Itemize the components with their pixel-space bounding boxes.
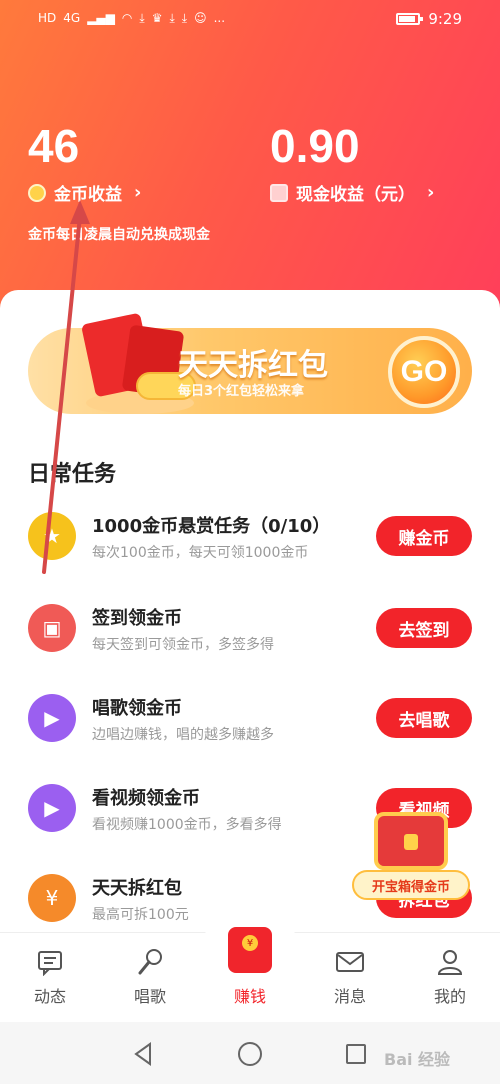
- task-description: 边唱边赚钱，唱的越多赚越多: [92, 727, 274, 743]
- task-title: 1000金币悬赏任务（0/10）: [92, 516, 331, 537]
- status-icons: HD 4G ▂▄▆ ◠ ⤓ ♛ ⤓ ⤓ ☺ ...: [38, 10, 225, 26]
- system-navigation-bar: Bai 经验: [0, 1022, 500, 1084]
- earnings-header: HD 4G ▂▄▆ ◠ ⤓ ♛ ⤓ ⤓ ☺ ... 9:29 46 金币收益 ›…: [0, 0, 500, 320]
- coin-earnings-value: 46: [28, 120, 80, 172]
- treasure-chest-button[interactable]: 开宝箱得金币: [352, 808, 470, 908]
- check-in-button[interactable]: 去签到: [376, 608, 472, 648]
- go-sing-button[interactable]: 去唱歌: [376, 698, 472, 738]
- network-icon: 4G: [63, 11, 81, 25]
- tab-messages[interactable]: 消息: [310, 947, 390, 1007]
- cash-earnings-link[interactable]: 现金收益（元） ›: [270, 180, 434, 205]
- banner-subtitle: 每日3个红包轻松来拿: [178, 384, 305, 399]
- tab-label: 动态: [33, 987, 66, 1006]
- chevron-right-icon: ›: [134, 182, 142, 203]
- task-title: 唱歌领金币: [92, 698, 182, 719]
- signal-icon: ▂▄▆: [87, 11, 115, 25]
- download-icon: ⤓: [139, 11, 145, 25]
- earn-coins-button[interactable]: 赚金币: [376, 516, 472, 556]
- task-title: 签到领金币: [92, 608, 182, 629]
- wifi-icon: ◠: [121, 11, 133, 25]
- battery-icon: [396, 13, 424, 25]
- task-row: ★ 1000金币悬赏任务（0/10） 每次100金币，每天可领1000金币 赚金…: [0, 500, 500, 580]
- tab-moments[interactable]: 动态: [10, 947, 90, 1007]
- play-icon: ▶: [28, 694, 76, 742]
- tab-label: 赚钱: [233, 987, 266, 1006]
- daily-tasks-title: 日常任务: [28, 462, 117, 487]
- app-icon: ♛: [151, 11, 163, 25]
- download-icon: ⤓: [181, 11, 188, 25]
- tab-profile[interactable]: 我的: [410, 947, 490, 1007]
- recent-apps-icon[interactable]: [346, 1044, 366, 1064]
- bottom-tab-bar: ¥ 动态 唱歌 赚钱 消息 我的: [0, 909, 500, 1022]
- tab-label: 我的: [433, 987, 466, 1006]
- battery-level: [399, 16, 415, 22]
- reward-icon: ★: [28, 512, 76, 560]
- chest-lock-icon: [404, 834, 418, 850]
- back-icon[interactable]: [132, 1042, 154, 1066]
- watermark: Bai 经验: [384, 1050, 451, 1069]
- red-packet-banner[interactable]: 天天拆红包 每日3个红包轻松来拿 GO: [28, 312, 472, 414]
- task-description: 看视频赚1000金币，多看多得: [92, 817, 282, 833]
- cash-icon: [270, 183, 288, 202]
- tab-earn[interactable]: 赚钱: [210, 947, 290, 1007]
- banner-title: 天天拆红包: [178, 348, 328, 383]
- status-right: 9:29: [396, 10, 462, 28]
- more-notifications-icon: ...: [213, 11, 226, 25]
- coin-icon: [28, 183, 46, 202]
- cash-earnings-value: 0.90: [270, 120, 360, 172]
- chat-icon: [35, 947, 65, 977]
- task-description: 最高可拆100元: [92, 907, 189, 923]
- coin-earnings-link[interactable]: 金币收益 ›: [28, 180, 141, 205]
- coin-earnings-label: 金币收益: [54, 185, 122, 205]
- tab-label: 消息: [333, 987, 366, 1006]
- clock: 9:29: [428, 10, 462, 28]
- tab-label: 唱歌: [133, 987, 166, 1006]
- status-bar: HD 4G ▂▄▆ ◠ ⤓ ♛ ⤓ ⤓ ☺ ... 9:29: [0, 0, 500, 38]
- tab-earn-spacer: [235, 947, 265, 977]
- coin-earnings[interactable]: 46 金币收益 ›: [28, 120, 141, 205]
- hd-icon: HD: [38, 11, 57, 25]
- microphone-icon: [135, 947, 165, 977]
- exchange-note: 金币每日凌晨自动兑换成现金: [28, 227, 210, 243]
- app-icon: ☺: [194, 11, 207, 25]
- cash-earnings-label: 现金收益（元）: [296, 185, 415, 205]
- person-icon: [435, 947, 465, 977]
- cash-earnings[interactable]: 0.90 现金收益（元） ›: [270, 120, 434, 205]
- calendar-icon: ▣: [28, 604, 76, 652]
- chevron-right-icon: ›: [427, 182, 435, 203]
- task-title: 看视频领金币: [92, 788, 200, 809]
- play-icon: ▶: [28, 784, 76, 832]
- treasure-label: 开宝箱得金币: [352, 870, 470, 900]
- task-description: 每天签到可领金币，多签多得: [92, 637, 274, 653]
- download-icon: ⤓: [169, 11, 175, 25]
- coin-jar-icon: ¥: [28, 874, 76, 922]
- task-row: ▶ 唱歌领金币 边唱边赚钱，唱的越多赚越多 去唱歌: [0, 682, 500, 762]
- go-button[interactable]: GO: [388, 336, 460, 408]
- task-row: ▣ 签到领金币 每天签到可领金币，多签多得 去签到: [0, 592, 500, 672]
- tab-sing[interactable]: 唱歌: [110, 947, 190, 1007]
- mail-icon: [335, 947, 365, 977]
- task-title: 天天拆红包: [92, 878, 182, 899]
- home-icon[interactable]: [238, 1042, 262, 1066]
- task-description: 每次100金币，每天可领1000金币: [92, 545, 309, 561]
